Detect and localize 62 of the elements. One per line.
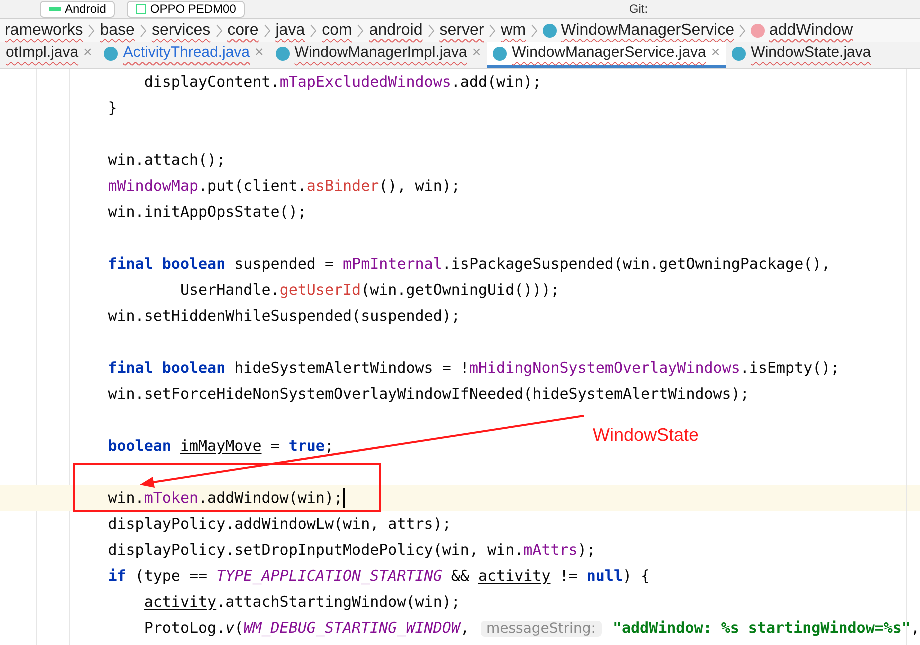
class-icon xyxy=(493,46,508,60)
code-line: mWindowMap.put(client.asBinder(), win); xyxy=(108,176,460,197)
chevron-icon xyxy=(739,24,746,38)
configuration-dropdown[interactable]: Android xyxy=(40,0,116,18)
code-line: final boolean suspended = mPmInternal.isPackageSuspended(win.getOwningPackage(), xyxy=(108,254,831,275)
code-line: boolean imMayMove = true; xyxy=(108,436,334,457)
class-icon xyxy=(543,24,558,38)
tab-label: otImpl.java xyxy=(6,43,79,64)
code-line: displayPolicy.addWindowLw(win, attrs); xyxy=(108,514,452,535)
code-line: displayContent.mTapExcludedWindows.add(win); xyxy=(143,72,542,93)
tab-label: ActivityThread.java xyxy=(123,43,250,64)
chevron-icon xyxy=(357,24,364,38)
code-line: win.mToken.addWindow(win); xyxy=(108,488,344,509)
code-line: win.setForceHideNonSystemOverlayWindowIfNeeded(hideSystemAlertWindows); xyxy=(108,384,750,405)
breadcrumb-item[interactable]: android xyxy=(364,18,428,42)
code-line: win.initAppOpsState(); xyxy=(108,202,307,223)
tab-label: WindowManagerImpl.java xyxy=(294,43,468,64)
code-line: activity.attachStartingWindow(win); xyxy=(143,592,460,613)
chevron-icon xyxy=(216,24,223,38)
breadcrumb-item[interactable]: rameworks xyxy=(0,18,88,42)
breadcrumb-item[interactable]: WindowManagerService xyxy=(538,18,740,42)
code-line: win.attach(); xyxy=(108,150,226,171)
breadcrumb-item[interactable]: java xyxy=(270,18,310,42)
tab-label: WindowState.java xyxy=(751,43,872,64)
editor-tab[interactable]: ActivityThread.java × xyxy=(98,42,270,68)
code-line: ProtoLog.v(WM_DEBUG_STARTING_WINDOW, messageString: "addWindow: %s startingWindow=%s", xyxy=(143,618,920,638)
method-icon xyxy=(751,24,766,38)
breadcrumb-item[interactable]: base xyxy=(95,18,140,42)
editor-tab[interactable]: WindowManagerImpl.java × xyxy=(270,42,488,68)
vcs-label: Git: xyxy=(629,1,648,18)
class-icon xyxy=(732,46,746,60)
chevron-icon xyxy=(489,24,496,38)
chevron-icon xyxy=(310,24,318,38)
code-line: UserHandle.getUserId(win.getOwningUid())); xyxy=(179,280,560,301)
breadcrumb-item[interactable]: addWindow xyxy=(746,18,858,42)
editor-tab[interactable]: WindowState.java xyxy=(726,42,878,68)
editor-tab[interactable]: WindowManagerService.java × xyxy=(487,42,726,68)
code-line: win.setHiddenWhileSuspended(suspended); xyxy=(108,306,460,327)
device-icon xyxy=(136,4,146,14)
breadcrumb-item[interactable]: services xyxy=(146,18,216,42)
parameter-hint: messageString: xyxy=(480,620,602,636)
breadcrumb-item[interactable]: core xyxy=(222,18,264,42)
editor-tab[interactable]: otImpl.java × xyxy=(0,42,98,68)
chevron-icon xyxy=(140,24,147,38)
chevron-icon xyxy=(428,24,435,38)
chevron-icon xyxy=(264,24,271,38)
android-icon xyxy=(49,7,61,11)
class-icon xyxy=(104,46,118,60)
chevron-icon xyxy=(531,24,538,38)
annotation-label: WindowState xyxy=(593,424,700,447)
chevron-icon xyxy=(88,24,96,38)
code-line: } xyxy=(108,98,118,119)
class-icon xyxy=(276,46,290,60)
breadcrumb-item[interactable]: com xyxy=(317,18,358,42)
breadcrumb-item[interactable]: server xyxy=(434,18,490,42)
tab-label: WindowManagerService.java xyxy=(512,43,706,64)
text-caret xyxy=(343,488,346,508)
code-line: displayPolicy.setDropInputModePolicy(win, win.mAttrs); xyxy=(108,540,596,561)
code-line: final boolean hideSystemAlertWindows = !mHidingNonSystemOverlayWindows.isEmpty(); xyxy=(108,358,840,379)
breadcrumb-item[interactable]: wm xyxy=(496,18,532,42)
device-dropdown[interactable]: OPPO PEDM00 xyxy=(127,0,246,18)
code-line: if (type == TYPE_APPLICATION_STARTING && activity != null) { xyxy=(108,566,650,587)
